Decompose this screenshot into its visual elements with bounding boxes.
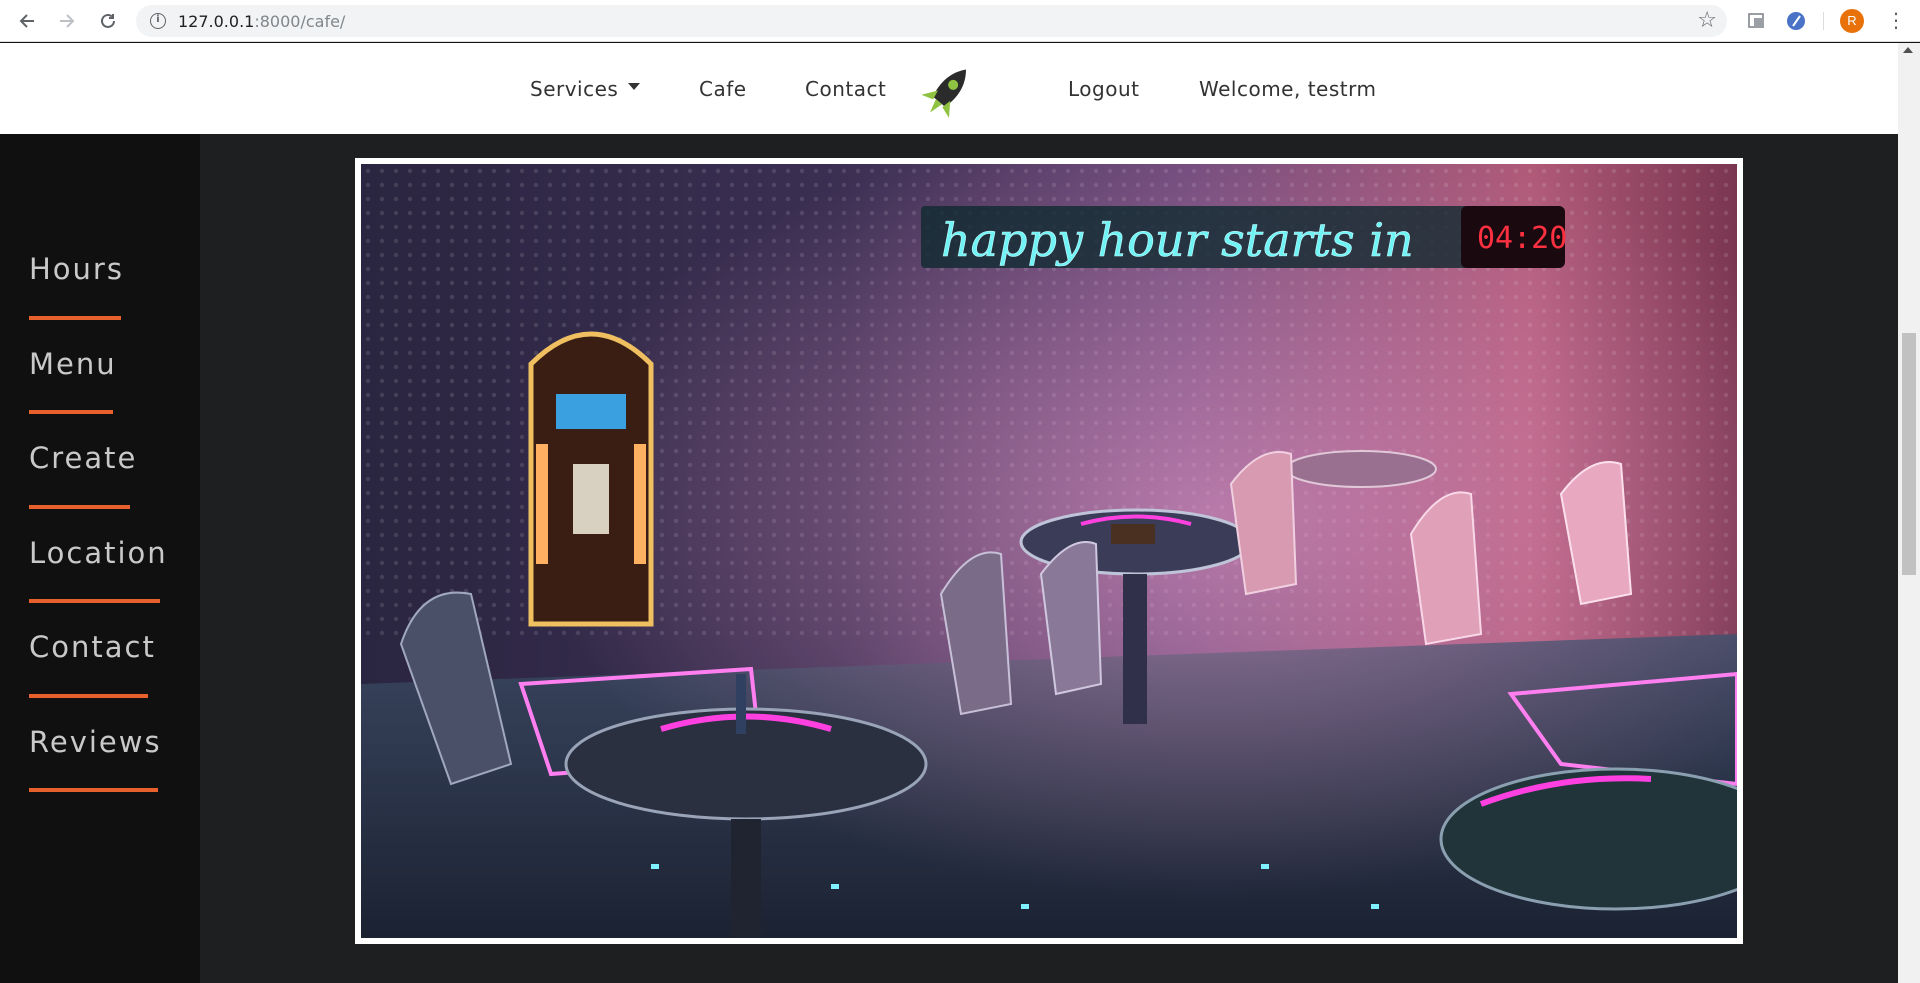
nav-cafe-label[interactable]: Cafe	[699, 77, 747, 101]
profile-avatar[interactable]: R	[1840, 9, 1864, 33]
nav-services-label[interactable]: Services	[530, 77, 618, 101]
scroll-up-icon[interactable]	[1903, 47, 1913, 53]
reload-icon[interactable]	[95, 8, 121, 34]
welcome-text: Welcome, testrm	[1199, 76, 1377, 101]
scroll-thumb[interactable]	[1902, 333, 1916, 575]
caret-down-icon	[628, 83, 641, 90]
nav-services[interactable]: Services	[530, 43, 641, 134]
back-icon[interactable]	[14, 8, 40, 34]
nav-welcome: Welcome, testrm	[1199, 43, 1376, 134]
sidebar-item-hours[interactable]: Hours	[29, 252, 124, 286]
sidebar-item-contact[interactable]: Contact	[29, 630, 156, 664]
nav-contact-label[interactable]: Contact	[805, 77, 886, 101]
sidebar-item-menu[interactable]: Menu	[29, 347, 117, 381]
sidebar-underline-contact	[29, 694, 148, 698]
url-text[interactable]: 127.0.0.1:8000/cafe/	[178, 12, 345, 31]
browser-menu-icon[interactable]: ⋮	[1886, 8, 1906, 32]
cafe-hero-image: happy hour starts in 04:20	[355, 158, 1743, 944]
neon-clock-text: 04:20	[1477, 221, 1567, 256]
nav-logout-label[interactable]: Logout	[1068, 77, 1139, 101]
cafe-scene-illustration: happy hour starts in 04:20	[361, 164, 1737, 938]
toolbar-divider	[1823, 12, 1824, 30]
extension-globe-icon[interactable]	[1785, 10, 1807, 32]
rocket-logo-icon[interactable]	[918, 61, 978, 121]
info-icon[interactable]: i	[150, 13, 166, 29]
nav-logout[interactable]: Logout	[1068, 43, 1139, 134]
extension-icon[interactable]	[1746, 10, 1768, 32]
url-path: :8000/cafe/	[254, 12, 346, 31]
sidebar-item-reviews[interactable]: Reviews	[29, 725, 162, 759]
sidebar-underline-hours	[29, 316, 121, 320]
sidebar-underline-menu	[29, 410, 113, 414]
url-host: 127.0.0.1	[178, 12, 255, 31]
bookmark-star-icon[interactable]: ☆	[1697, 8, 1717, 33]
page-scrollbar[interactable]	[1898, 43, 1920, 983]
site-navbar: Services Cafe Contact Logout Welcome, te…	[0, 43, 1920, 134]
sidebar-item-location[interactable]: Location	[29, 536, 168, 570]
nav-contact[interactable]: Contact	[805, 43, 886, 134]
sidebar-underline-create	[29, 505, 130, 509]
address-bar[interactable]: i 127.0.0.1:8000/cafe/ ☆	[136, 5, 1727, 37]
neon-sign-text: happy hour starts in	[941, 213, 1414, 267]
sidebar-underline-reviews	[29, 788, 158, 792]
sidebar-underline-location	[29, 599, 160, 603]
forward-icon[interactable]	[54, 8, 80, 34]
browser-toolbar: i 127.0.0.1:8000/cafe/ ☆ R ⋮	[0, 0, 1920, 42]
nav-cafe[interactable]: Cafe	[699, 43, 747, 134]
sidebar-item-create[interactable]: Create	[29, 441, 137, 475]
